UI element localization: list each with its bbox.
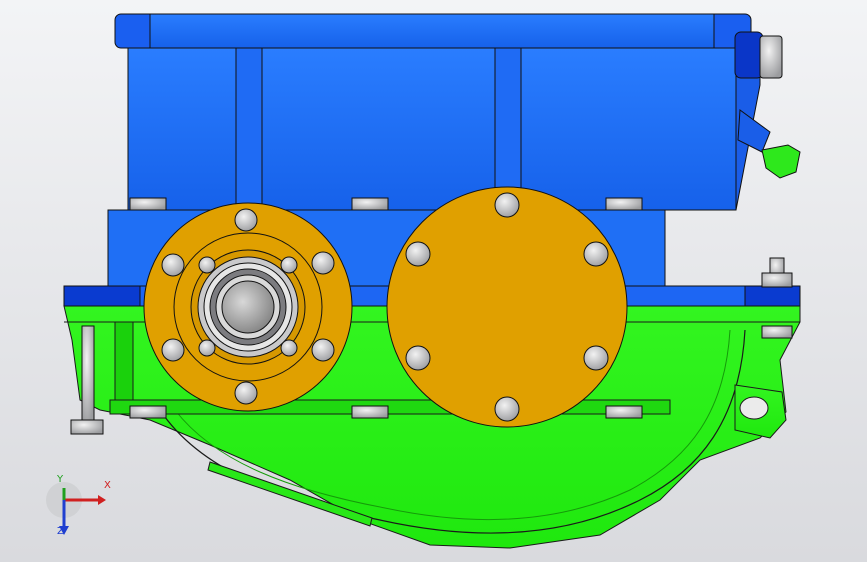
x-axis-label: X xyxy=(104,480,111,491)
cad-viewport[interactable]: X Y Z xyxy=(0,0,867,562)
breather-plug[interactable] xyxy=(734,31,783,79)
y-axis-label: Y xyxy=(57,474,64,485)
bearing-cover-output[interactable] xyxy=(386,186,628,428)
gearbox-model[interactable] xyxy=(0,0,867,562)
lifting-hole xyxy=(739,396,769,420)
z-axis-label: Z xyxy=(57,526,64,537)
bearing-cover-input[interactable] xyxy=(143,202,353,412)
coordinate-triad[interactable]: X Y Z xyxy=(40,474,115,550)
oil-gauge[interactable] xyxy=(737,109,801,179)
